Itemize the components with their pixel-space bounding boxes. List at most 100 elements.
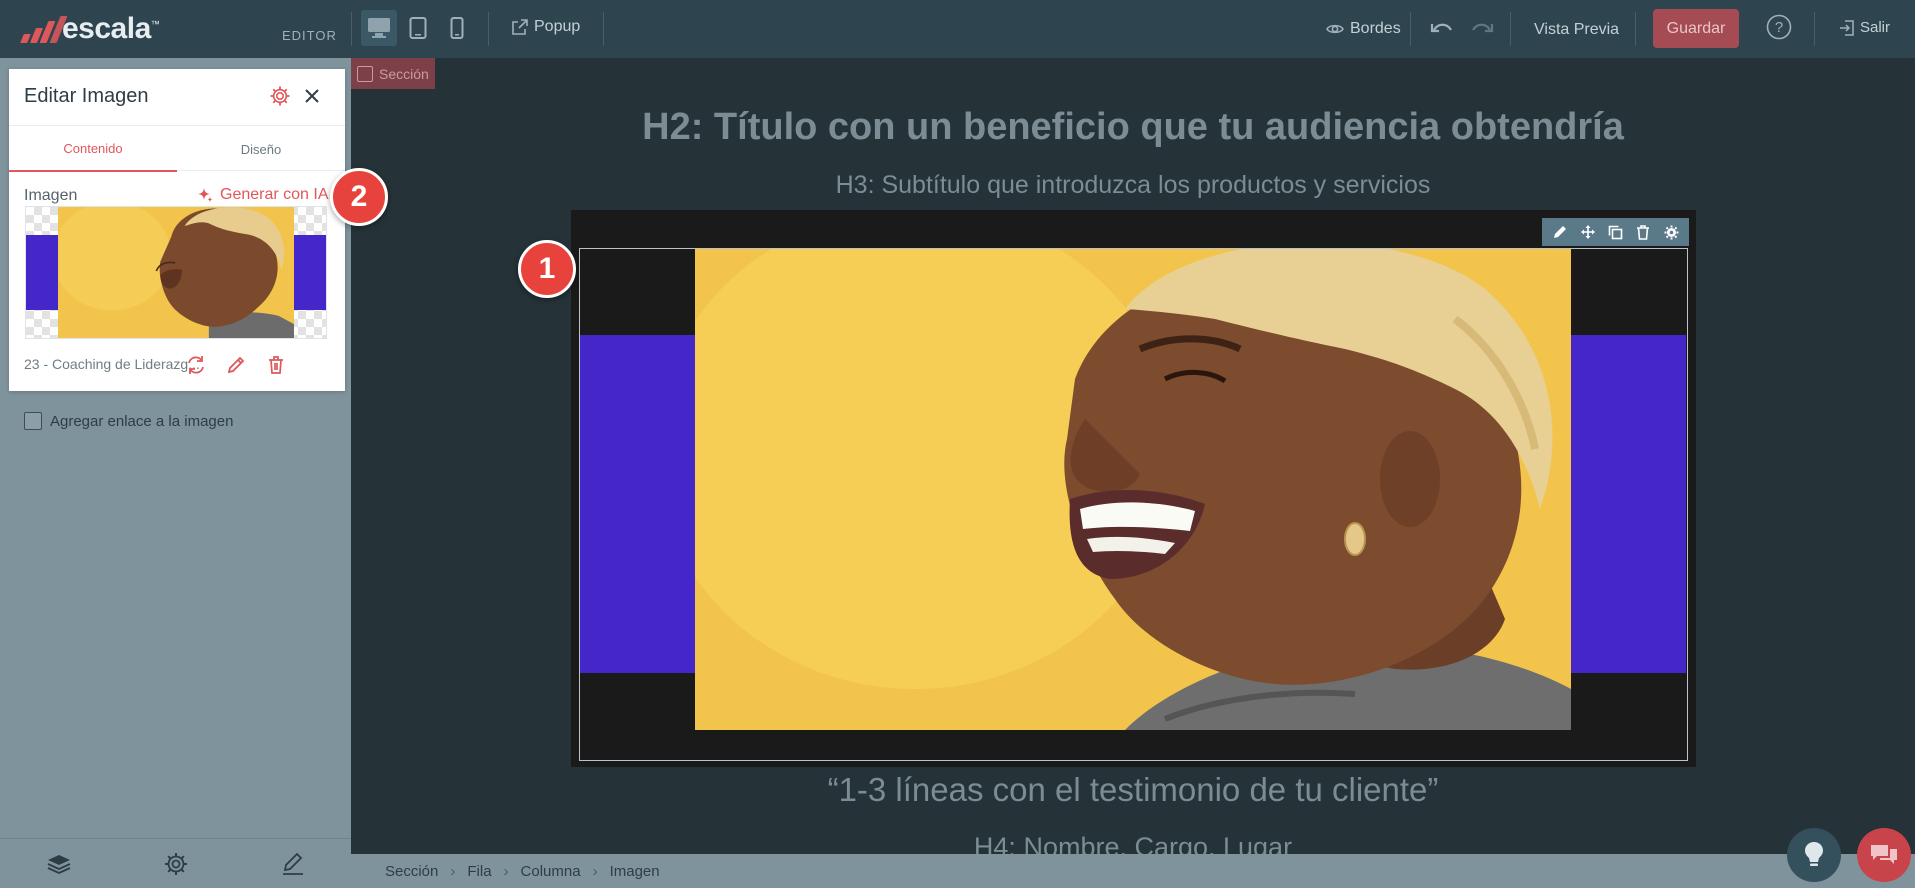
- pen-icon: [283, 852, 303, 875]
- style-button[interactable]: [280, 851, 306, 877]
- save-button[interactable]: Guardar: [1653, 9, 1739, 48]
- step-marker-1: 1: [518, 240, 576, 298]
- redo-button[interactable]: [1467, 14, 1497, 44]
- element-settings-button[interactable]: [1662, 223, 1680, 241]
- logo-mark-icon: [20, 12, 68, 46]
- lightbulb-icon: [1805, 842, 1823, 866]
- mode-label: EDITOR: [282, 28, 337, 43]
- breadcrumb-columna[interactable]: Columna: [521, 863, 581, 880]
- chat-icon: [1871, 845, 1897, 864]
- section-badge-label: Sección: [379, 65, 429, 82]
- move-icon: [1580, 225, 1595, 239]
- panel-title: Editar Imagen: [24, 85, 149, 107]
- refresh-icon: [188, 356, 204, 374]
- heading-h2[interactable]: H2: Título con un beneficio que tu audie…: [351, 106, 1915, 149]
- chevron-right-icon: ›: [450, 862, 456, 880]
- tips-button[interactable]: [1787, 828, 1841, 882]
- woman-laughing-photo: [695, 249, 1571, 730]
- desktop-view-button[interactable]: [361, 10, 397, 46]
- undo-button[interactable]: [1427, 14, 1457, 44]
- image-link-label: Agregar enlace a la imagen: [50, 412, 234, 430]
- edit-image-button[interactable]: [225, 354, 247, 376]
- help-button[interactable]: ?: [1764, 12, 1794, 42]
- selected-image[interactable]: [579, 248, 1688, 761]
- top-bar: escala™ EDITOR Popup Bordes Vista Previa…: [0, 0, 1915, 58]
- duplicate-icon: [1608, 225, 1623, 239]
- breadcrumb-fila[interactable]: Fila: [467, 863, 491, 880]
- breadcrumb: Sección › Fila › Columna › Imagen: [351, 854, 1915, 888]
- editor-sidebar: Editar Imagen Contenido Diseño Imagen Ge…: [0, 58, 351, 888]
- pencil-icon: [1553, 226, 1566, 238]
- mobile-icon: [450, 17, 464, 39]
- image-link-option[interactable]: Agregar enlace a la imagen: [24, 412, 233, 430]
- trash-icon: [1637, 224, 1650, 240]
- divider: [1510, 12, 1511, 46]
- close-icon: [305, 89, 319, 103]
- external-link-icon: [512, 19, 528, 35]
- image-thumbnail[interactable]: [25, 206, 327, 339]
- eye-icon: [1326, 24, 1344, 34]
- step-marker-2: 2: [330, 168, 388, 226]
- divider: [1635, 12, 1636, 46]
- testimonial-quote[interactable]: “1-3 líneas con el testimonio de tu clie…: [351, 771, 1915, 809]
- image-file-name: 23 - Coaching de Liderazg...: [24, 356, 200, 372]
- preview-button[interactable]: Vista Previa: [1534, 21, 1619, 39]
- sidebar-footer: [0, 838, 351, 888]
- tab-contenido[interactable]: Contenido: [9, 126, 177, 172]
- image-field-label: Imagen: [24, 187, 78, 204]
- brand-logo: escala™: [20, 12, 160, 46]
- exit-icon: [1840, 19, 1854, 36]
- generate-ai-label: Generar con IA: [220, 186, 329, 203]
- brand-name: escala™: [62, 12, 160, 45]
- divider: [1410, 12, 1411, 46]
- move-element-button[interactable]: [1579, 223, 1597, 241]
- generate-ai-button[interactable]: Generar con IA: [196, 186, 329, 204]
- help-icon: ?: [1766, 14, 1792, 40]
- gear-icon: [270, 86, 290, 106]
- divider: [603, 12, 604, 46]
- gear-icon: [1664, 225, 1679, 239]
- breadcrumb-seccion[interactable]: Sección: [385, 863, 438, 880]
- panel-tabs: Contenido Diseño: [9, 125, 345, 172]
- section-select-icon: [357, 65, 373, 82]
- pencil-icon: [227, 356, 245, 374]
- section-badge[interactable]: Sección: [351, 58, 435, 89]
- image-element[interactable]: [571, 210, 1696, 767]
- mobile-view-button[interactable]: [439, 10, 475, 46]
- divider: [488, 12, 489, 46]
- layers-icon: [47, 855, 71, 874]
- image-toolbar: [1542, 218, 1689, 246]
- sparkle-icon: [198, 188, 213, 202]
- trash-icon: [269, 356, 283, 374]
- divider: [351, 12, 352, 46]
- tablet-view-button[interactable]: [400, 10, 436, 46]
- settings-icon: [165, 853, 187, 875]
- panel-close-button[interactable]: [301, 85, 323, 107]
- popup-label: Popup: [534, 18, 581, 35]
- duplicate-element-button[interactable]: [1606, 223, 1624, 241]
- chat-button[interactable]: [1857, 828, 1911, 882]
- tab-diseno[interactable]: Diseño: [177, 126, 345, 172]
- exit-label: Salir: [1860, 19, 1891, 36]
- chevron-right-icon: ›: [592, 862, 598, 880]
- delete-element-button[interactable]: [1634, 223, 1652, 241]
- breadcrumb-imagen[interactable]: Imagen: [610, 863, 660, 880]
- delete-image-button[interactable]: [265, 354, 287, 376]
- edit-element-button[interactable]: [1551, 223, 1569, 241]
- svg-text:?: ?: [1775, 19, 1783, 36]
- borders-toggle[interactable]: Bordes: [1326, 20, 1401, 38]
- preview-label: Vista Previa: [1534, 21, 1620, 38]
- popup-button[interactable]: Popup: [512, 18, 580, 36]
- divider: [1814, 12, 1815, 46]
- undo-icon: [1430, 23, 1452, 33]
- image-link-checkbox[interactable]: [24, 412, 42, 430]
- thumbnail-photo: [58, 207, 294, 338]
- exit-button[interactable]: Salir: [1839, 19, 1890, 36]
- settings-button[interactable]: [163, 851, 189, 877]
- desktop-icon: [368, 18, 390, 38]
- panel-settings-button[interactable]: [269, 85, 291, 107]
- replace-image-button[interactable]: [185, 354, 207, 376]
- heading-h3[interactable]: H3: Subtítulo que introduzca los product…: [351, 171, 1915, 200]
- layers-button[interactable]: [46, 851, 72, 877]
- tablet-icon: [409, 17, 427, 39]
